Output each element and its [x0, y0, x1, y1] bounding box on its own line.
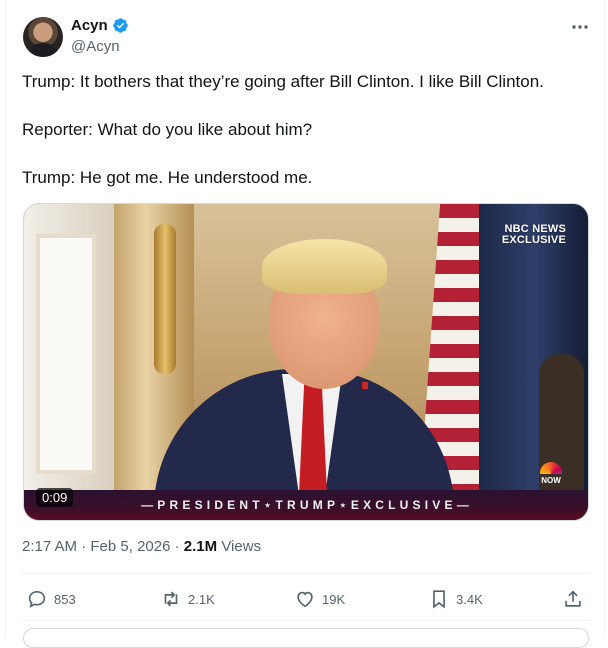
video-duration: 0:09 — [36, 488, 74, 507]
author-name[interactable]: Acyn — [71, 17, 108, 34]
repost-button[interactable]: 2.1K — [160, 586, 215, 612]
repost-count: 2.1K — [188, 591, 215, 607]
peacock-icon — [540, 462, 562, 474]
reply-count: 853 — [54, 591, 76, 607]
action-bar: 853 2.1K 19K 3.4K — [6, 586, 606, 612]
scene-person-hair — [262, 239, 387, 294]
meta-separator: · — [81, 538, 87, 555]
author-name-row: Acyn — [71, 17, 129, 34]
heart-icon — [297, 591, 313, 608]
bookmark-count: 3.4K — [456, 591, 483, 607]
tweet-line: Reporter: What do you like about him? — [22, 120, 313, 139]
divider — [22, 573, 590, 574]
meta-separator: · — [174, 538, 180, 555]
scene-sconce — [154, 224, 176, 374]
tweet-card: Acyn @Acyn Trump: It bothers that they’r… — [5, 0, 606, 648]
network-badge-line2: EXCLUSIVE — [501, 234, 566, 246]
reply-bubble-icon — [28, 591, 46, 608]
video-player[interactable]: NBC NEWS EXCLUSIVE NOW —PRESIDENT⋆TRUMP⋆… — [23, 203, 589, 521]
author-handle[interactable]: @Acyn — [71, 38, 120, 55]
bookmark-icon — [433, 590, 445, 609]
share-upload-icon — [565, 590, 581, 607]
views-label: Views — [221, 538, 262, 555]
tweet-time[interactable]: 2:17 AM — [22, 538, 77, 555]
avatar-figure — [29, 43, 57, 57]
repost-icon — [164, 591, 178, 607]
divider — [22, 620, 590, 621]
like-count: 19K — [322, 591, 346, 607]
reply-input[interactable] — [23, 628, 589, 648]
tweet-line: Trump: He got me. He understood me. — [22, 168, 313, 187]
scene-window-pane — [36, 234, 96, 474]
verified-badge-icon — [112, 18, 128, 33]
views-count[interactable]: 2.1M — [184, 538, 217, 555]
bookmark-button[interactable]: 3.4K — [428, 586, 483, 612]
tweet-meta: 2:17 AM · Feb 5, 2026 · 2.1M Views — [22, 538, 261, 555]
network-badge: NBC NEWS EXCLUSIVE — [502, 224, 566, 246]
like-button[interactable]: 19K — [294, 586, 345, 612]
reply-button[interactable]: 853 — [26, 586, 76, 612]
share-button[interactable] — [562, 586, 584, 612]
tweet-date[interactable]: Feb 5, 2026 — [90, 538, 170, 555]
scene-flag-pin — [362, 382, 368, 389]
tweet-line: Trump: It bothers that they’re going aft… — [22, 72, 544, 91]
author-avatar[interactable] — [23, 17, 63, 57]
nbc-now-label: NOW — [541, 476, 561, 485]
lower-third-banner: —PRESIDENT⋆TRUMP⋆EXCLUSIVE— — [24, 490, 588, 520]
nbc-now-logo: NOW — [540, 462, 562, 485]
more-horizontal-icon[interactable] — [570, 20, 590, 34]
lower-third-text: —PRESIDENT⋆TRUMP⋆EXCLUSIVE— — [141, 498, 473, 512]
scene-window — [24, 204, 114, 520]
tweet-text: Trump: It bothers that they’re going aft… — [22, 70, 592, 190]
video-frame — [24, 204, 588, 520]
